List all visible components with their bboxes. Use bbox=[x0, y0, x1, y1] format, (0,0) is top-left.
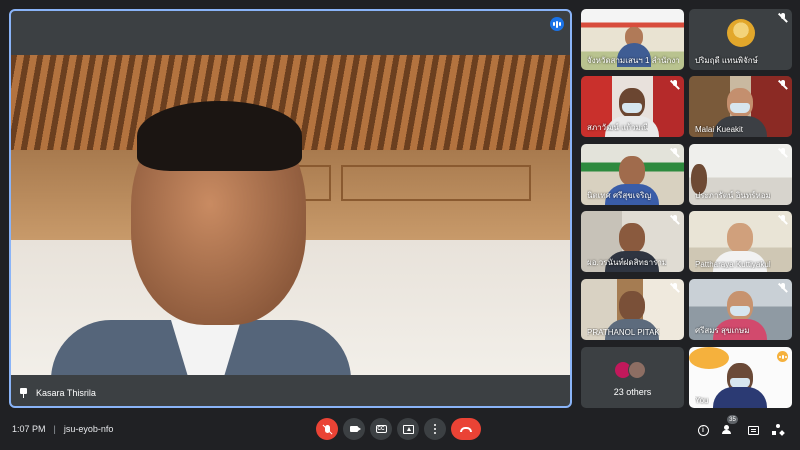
camera-icon bbox=[350, 426, 361, 432]
present-now-button[interactable] bbox=[397, 418, 419, 440]
mic-off-icon bbox=[777, 283, 788, 293]
mic-off-icon bbox=[669, 80, 680, 90]
show-everyone-button[interactable] bbox=[720, 422, 736, 438]
mic-off-icon bbox=[777, 148, 788, 158]
meeting-info-separator: | bbox=[53, 424, 56, 434]
participant-tile[interactable]: PRATHANOL PITAK bbox=[581, 279, 684, 340]
meeting-info: 1:07 PM | jsu-eyob-nfo bbox=[12, 424, 113, 434]
meeting-time: 1:07 PM bbox=[12, 424, 46, 434]
activities-icon bbox=[772, 424, 785, 436]
people-icon bbox=[722, 425, 734, 435]
mic-off-icon bbox=[669, 215, 680, 225]
speaking-indicator-icon bbox=[550, 17, 564, 31]
participant-tile[interactable]: ปริมฤดี แทนพิจักษ์ bbox=[689, 9, 792, 70]
participant-name: ประภารัตน์ อินทร์หอม bbox=[695, 191, 771, 200]
participant-name: PRATHANOL PITAK bbox=[587, 328, 660, 337]
mic-off-icon bbox=[669, 148, 680, 158]
main-speaker-name: Kasara Thisrila bbox=[36, 388, 96, 398]
participant-name: Pattharaya Kuttiyakul bbox=[695, 260, 771, 269]
more-options-button[interactable] bbox=[424, 418, 446, 440]
meeting-details-button[interactable]: i bbox=[695, 422, 711, 438]
mic-off-icon bbox=[324, 425, 330, 433]
others-tile[interactable]: 23 others bbox=[581, 347, 684, 408]
participant-name: นิตเทศ ศรีสุขเจริญ bbox=[587, 191, 652, 200]
participant-name: จังหวัดสามเสนฯ 1 สำนักงานเขตพื้นที่ bbox=[587, 56, 679, 65]
bottom-bar: 1:07 PM | jsu-eyob-nfo CC i 35 bbox=[0, 412, 800, 450]
participant-name: ปริมฤดี แทนพิจักษ์ bbox=[695, 56, 758, 65]
info-icon: i bbox=[697, 424, 709, 436]
participant-tile[interactable]: ผอ.วรนันท์ฝดสิทธาราม bbox=[581, 211, 684, 272]
captions-button[interactable]: CC bbox=[370, 418, 392, 440]
participant-name: สภาวัฒน์ แก้วมณี bbox=[587, 123, 649, 132]
more-options-icon bbox=[433, 423, 437, 435]
camera-toggle-button[interactable] bbox=[343, 418, 365, 440]
main-speaker-name-label: Kasara Thisrila bbox=[19, 388, 96, 398]
audio-level-icon bbox=[777, 351, 788, 362]
participant-name: ศรีสมร สุขเกษม bbox=[695, 326, 750, 335]
leave-call-button[interactable] bbox=[451, 418, 481, 440]
chat-icon bbox=[747, 425, 759, 435]
present-icon bbox=[402, 424, 414, 434]
avatar bbox=[727, 19, 755, 47]
main-speaker-tile[interactable]: Kasara Thisrila bbox=[9, 9, 572, 408]
participant-name: ผอ.วรนันท์ฝดสิทธาราม bbox=[587, 258, 668, 267]
participant-count-badge: 35 bbox=[727, 415, 738, 424]
mic-off-icon bbox=[777, 215, 788, 225]
meeting-code: jsu-eyob-nfo bbox=[63, 424, 114, 434]
chat-button[interactable] bbox=[745, 422, 761, 438]
participant-tile[interactable]: Pattharaya Kuttiyakul bbox=[689, 211, 792, 272]
others-count-label: 23 others bbox=[613, 387, 652, 397]
pin-icon[interactable] bbox=[19, 388, 28, 398]
closed-captions-icon: CC bbox=[375, 425, 387, 433]
activities-button[interactable] bbox=[770, 422, 786, 438]
participant-tile[interactable]: ศรีสมร สุขเกษม bbox=[689, 279, 792, 340]
mic-off-icon bbox=[777, 80, 788, 90]
participant-name: Malai Kueakit bbox=[695, 125, 744, 134]
mic-off-icon bbox=[669, 283, 680, 293]
leave-call-icon bbox=[460, 426, 472, 432]
others-avatars bbox=[614, 361, 646, 379]
participant-tile[interactable]: จังหวัดสามเสนฯ 1 สำนักงานเขตพื้นที่ bbox=[581, 9, 684, 70]
self-view-tile[interactable]: You bbox=[689, 347, 792, 408]
microphone-toggle-button[interactable] bbox=[316, 418, 338, 440]
participant-tile[interactable]: สภาวัฒน์ แก้วมณี bbox=[581, 76, 684, 137]
main-speaker-video bbox=[11, 55, 570, 375]
participant-tile[interactable]: นิตเทศ ศรีสุขเจริญ bbox=[581, 144, 684, 205]
participant-name: You bbox=[695, 396, 709, 405]
participant-tile[interactable]: ประภารัตน์ อินทร์หอม bbox=[689, 144, 792, 205]
participant-tile[interactable]: Malai Kueakit bbox=[689, 76, 792, 137]
mic-off-icon bbox=[777, 13, 788, 23]
avatar bbox=[628, 361, 646, 379]
